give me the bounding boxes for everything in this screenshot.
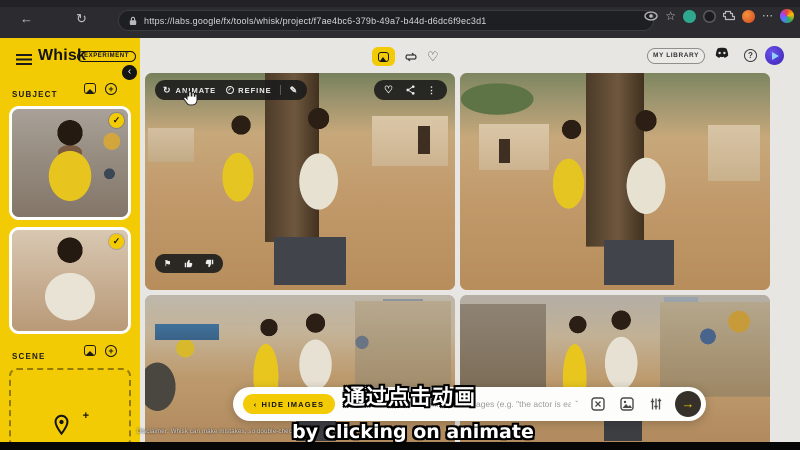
refine-label: REFINE: [238, 86, 272, 95]
selected-check-icon[interactable]: ✓: [109, 113, 124, 128]
scene-section-header: SCENE +: [12, 346, 128, 358]
feedback-bar: ⚑: [155, 254, 223, 273]
images-view-toggle[interactable]: [372, 47, 395, 66]
extension-badge-dark-icon[interactable]: [703, 10, 716, 23]
sidebar: Whisk EXPERIMENT SUBJECT + ✓ ✓ SCENE +: [0, 38, 140, 443]
image-actions: ♡ ⋮: [374, 80, 447, 100]
subject-gallery-icon[interactable]: [84, 83, 97, 96]
help-icon[interactable]: ?: [744, 49, 757, 62]
submit-prompt-button[interactable]: →: [675, 391, 701, 417]
image-frame-icon[interactable]: [620, 397, 635, 412]
reload-icon[interactable]: ↻: [76, 12, 87, 25]
heart-icon: ♡: [384, 85, 394, 96]
hide-images-label: HIDE IMAGES: [261, 400, 324, 409]
thumbs-up-button[interactable]: [178, 259, 199, 268]
thumbs-down-button[interactable]: [199, 259, 220, 268]
my-library-button[interactable]: MY LIBRARY: [647, 48, 705, 64]
flag-icon: ⚑: [164, 259, 172, 268]
browser-profile-avatar[interactable]: [780, 9, 794, 23]
video-frame: ← ↻ https://labs.google/fx/tools/whisk/p…: [0, 0, 800, 450]
favorite-button[interactable]: ♡: [378, 85, 400, 96]
edit-prompt-button[interactable]: ✎: [281, 86, 308, 95]
share-button[interactable]: [400, 85, 421, 95]
menu-hamburger-icon[interactable]: [16, 54, 32, 65]
letterbox-bar: [0, 442, 800, 450]
more-vertical-icon: ⋮: [427, 85, 437, 96]
selected-check-icon[interactable]: ✓: [109, 234, 124, 249]
back-icon[interactable]: ←: [20, 12, 33, 25]
browser-top-edge: [0, 0, 800, 7]
scene-dropzone[interactable]: +: [9, 368, 131, 443]
chevron-left-icon: ‹: [254, 400, 258, 409]
subtitle-chinese: 通过点击动画: [344, 381, 476, 411]
generated-image-2-photo: [460, 73, 770, 290]
image-toolbar: ↻ ANIMATE ✓ REFINE ✎: [155, 80, 307, 100]
subject-add-icon[interactable]: +: [105, 83, 117, 95]
generated-image-2[interactable]: [460, 73, 770, 290]
more-options-button[interactable]: ⋮: [421, 85, 443, 96]
view-toggles: ♡: [372, 47, 439, 66]
scene-add-icon[interactable]: +: [105, 345, 117, 357]
browser-menu-icon[interactable]: ⋯: [762, 10, 773, 23]
prompt-caret-icon: ˇ: [575, 400, 578, 409]
url-text: https://labs.google/fx/tools/whisk/proje…: [144, 16, 487, 26]
spin-icon: ↻: [163, 86, 172, 95]
scene-gallery-icon[interactable]: [84, 345, 97, 358]
subtitle-english: by clicking on animate: [292, 421, 534, 443]
refine-circle-icon: ✓: [226, 86, 234, 94]
pen-icon: ✎: [290, 86, 299, 95]
lock-icon: [129, 16, 137, 26]
experiment-badge: EXPERIMENT: [77, 51, 136, 62]
hand-cursor-icon: [181, 88, 199, 108]
favorites-heart-icon[interactable]: ♡: [427, 49, 439, 65]
extension-badge-green-icon[interactable]: [683, 10, 696, 23]
subject-card-woman[interactable]: ✓: [9, 106, 131, 220]
user-avatar[interactable]: [765, 46, 784, 65]
location-pin-icon: +: [53, 414, 89, 438]
bookmark-star-icon[interactable]: ☆: [665, 10, 676, 23]
address-bar[interactable]: https://labs.google/fx/tools/whisk/proje…: [118, 10, 654, 31]
subject-section-header: SUBJECT +: [12, 84, 128, 96]
image-remove-icon[interactable]: [591, 397, 606, 412]
scene-label: SCENE: [12, 352, 46, 361]
subject-label: SUBJECT: [12, 90, 58, 99]
share-icon: [406, 85, 415, 95]
subject-card-man[interactable]: ✓: [9, 227, 131, 334]
thumbs-up-icon: [184, 259, 193, 268]
repeat-loop-icon[interactable]: [404, 51, 418, 63]
extensions-puzzle-icon[interactable]: [723, 10, 735, 22]
preview-eye-icon[interactable]: [644, 11, 658, 21]
pin-plus-icon: +: [83, 410, 89, 422]
browser-toolbar: ← ↻ https://labs.google/fx/tools/whisk/p…: [0, 0, 800, 38]
refine-button[interactable]: ✓ REFINE: [224, 86, 280, 95]
report-flag-button[interactable]: ⚑: [158, 259, 178, 268]
hide-images-button[interactable]: ‹ HIDE IMAGES: [243, 394, 335, 414]
tune-sliders-icon[interactable]: [649, 397, 664, 412]
disclaimer-text: Disclaimer: Whisk can make mistakes, so …: [137, 429, 300, 435]
image-icon: [378, 52, 389, 62]
discord-icon[interactable]: [714, 47, 730, 60]
extension-badge-orange-icon[interactable]: [742, 10, 755, 23]
thumbs-down-icon: [205, 259, 214, 268]
sidebar-collapse-button[interactable]: ‹: [122, 65, 137, 80]
